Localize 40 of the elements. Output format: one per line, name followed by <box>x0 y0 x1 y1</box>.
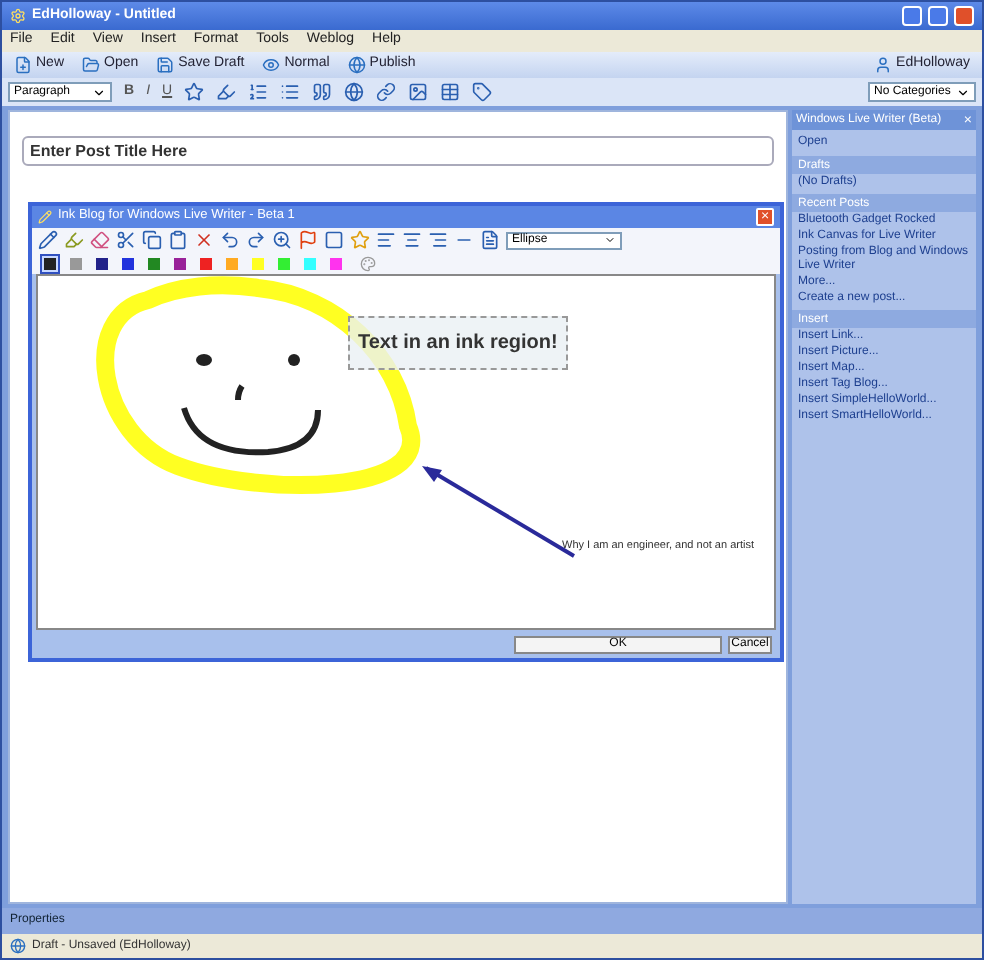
ink-text-box: Text in an ink region! <box>348 316 568 370</box>
pencil-icon <box>38 210 52 224</box>
picture-icon[interactable] <box>408 82 429 102</box>
globe-icon <box>10 938 26 954</box>
globe-icon[interactable] <box>344 82 365 102</box>
pen-icon[interactable] <box>38 230 58 250</box>
align-left-icon[interactable] <box>376 230 396 250</box>
square-icon[interactable] <box>324 230 344 250</box>
minimize-button[interactable] <box>902 6 922 26</box>
eraser-icon[interactable] <box>90 230 110 250</box>
folder-icon <box>82 56 101 74</box>
tag-icon[interactable] <box>472 82 493 102</box>
star-icon[interactable] <box>184 82 205 102</box>
flag-icon[interactable] <box>298 230 318 250</box>
paste-icon[interactable] <box>168 230 188 250</box>
redo-icon[interactable] <box>246 230 266 250</box>
close-button[interactable] <box>954 6 974 26</box>
palette-icon[interactable] <box>360 255 376 271</box>
delete-icon[interactable] <box>194 230 214 250</box>
quote-icon[interactable] <box>312 82 333 102</box>
link-icon[interactable] <box>376 82 397 102</box>
zoom-icon[interactable] <box>272 230 292 250</box>
undo-icon[interactable] <box>220 230 240 250</box>
numbered-list-icon[interactable] <box>248 82 269 102</box>
globe-icon <box>347 56 366 74</box>
user-icon <box>874 56 893 74</box>
align-right-icon[interactable] <box>428 230 448 250</box>
new-file-icon <box>14 56 32 74</box>
highlighter-icon[interactable] <box>216 82 237 102</box>
cut-icon[interactable] <box>116 230 136 250</box>
copy-icon[interactable] <box>142 230 162 250</box>
save-icon <box>156 56 175 74</box>
page-icon[interactable] <box>480 230 500 250</box>
maximize-button[interactable] <box>928 6 948 26</box>
table-icon[interactable] <box>440 82 461 102</box>
eye-icon <box>262 56 281 74</box>
bullet-list-icon[interactable] <box>280 82 301 102</box>
post-title-field[interactable]: Enter Post Title Here <box>22 136 774 166</box>
star-icon[interactable] <box>350 230 370 250</box>
align-center-icon[interactable] <box>402 230 422 250</box>
